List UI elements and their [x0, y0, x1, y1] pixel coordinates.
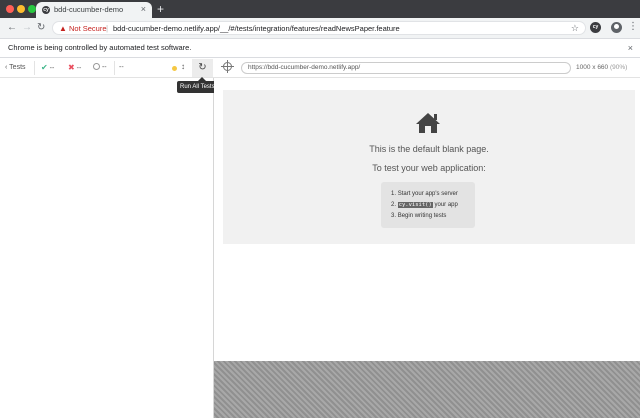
step-text: your app: [434, 202, 458, 208]
step-code: cy.visit(): [397, 202, 433, 208]
failed-count: ✖ --: [68, 63, 81, 74]
duration-value: --: [119, 64, 124, 71]
automation-infobar: Chrome is being controlled by automated …: [0, 38, 640, 58]
step-text: Begin writing tests: [397, 213, 447, 219]
forward-button[interactable]: →: [22, 21, 32, 35]
bookmark-star-icon[interactable]: ☆: [571, 22, 579, 34]
url-separator: |: [106, 24, 109, 33]
back-button[interactable]: ←: [7, 21, 17, 35]
aut-header: https://bdd-cucumber-demo.netlify.app/ 1…: [214, 58, 640, 78]
cypress-runner: https://bdd-cucumber-demo.netlify.app/ 1…: [214, 58, 640, 418]
divider: [114, 61, 115, 75]
scroll-toggle-icon[interactable]: ↕: [181, 62, 185, 72]
reload-button[interactable]: ↻: [37, 21, 45, 35]
warning-icon: ▲: [59, 24, 67, 33]
step-number: 2.: [391, 202, 397, 208]
window-maximize-button[interactable]: [28, 5, 36, 13]
aut-iframe: This is the default blank page. To test …: [223, 90, 635, 244]
window-close-button[interactable]: [6, 5, 14, 13]
browser-toolbar: ← → ↻ ▲ Not Secure | bdd-cucumber-demo.n…: [0, 18, 640, 38]
menu-icon[interactable]: ⋮: [628, 20, 638, 34]
list-item: 1. Start your app's server: [391, 190, 458, 198]
window-minimize-button[interactable]: [17, 5, 25, 13]
url-text[interactable]: bdd-cucumber-demo.netlify.app/__/#/tests…: [113, 23, 400, 34]
address-bar[interactable]: ▲ Not Secure | bdd-cucumber-demo.netlify…: [52, 21, 586, 35]
viewport-size: 1000 x 660: [576, 64, 609, 71]
step-number: 1.: [391, 191, 397, 197]
tests-nav-button[interactable]: ‹ Tests: [5, 63, 26, 73]
browser-tabstrip: cy bdd-cucumber-demo × +: [0, 0, 640, 18]
viewport-background: [214, 361, 640, 418]
failed-value: --: [76, 65, 82, 72]
pending-value: --: [101, 64, 107, 71]
chevron-left-icon: ‹: [5, 64, 8, 71]
tests-label: Tests: [9, 64, 26, 71]
cypress-reporter: ‹ Tests ✔ -- ✖ -- -- -- ↕ ↻: [0, 58, 214, 418]
new-tab-button[interactable]: +: [157, 1, 164, 17]
passed-value: --: [49, 65, 55, 72]
pending-count: --: [93, 63, 107, 73]
blank-page-subtitle: To test your web application:: [372, 163, 486, 173]
blank-page-title: This is the default blank page.: [369, 144, 489, 154]
cross-icon: ✖: [68, 63, 75, 72]
check-icon: ✔: [41, 63, 48, 72]
crosshair-icon[interactable]: [221, 60, 234, 73]
steps-list: 1. Start your app's server 2. cy.visit()…: [381, 182, 475, 228]
step-text: Start your app's server: [397, 191, 458, 197]
status-indicator-icon: [172, 66, 177, 71]
run-all-tests-button[interactable]: ↻: [192, 59, 213, 77]
cypress-extension-icon[interactable]: cy: [590, 22, 601, 33]
security-label[interactable]: Not Secure: [69, 23, 107, 34]
infobar-close-icon[interactable]: ×: [628, 42, 633, 54]
pending-icon: [93, 63, 100, 70]
infobar-message: Chrome is being controlled by automated …: [8, 43, 192, 52]
step-number: 3.: [391, 213, 397, 219]
browser-tab[interactable]: cy bdd-cucumber-demo ×: [36, 2, 152, 18]
aut-url-field[interactable]: https://bdd-cucumber-demo.netlify.app/: [241, 62, 571, 74]
list-item: 2. cy.visit() your app: [391, 201, 458, 209]
cypress-favicon-icon: cy: [42, 6, 50, 14]
divider: [34, 61, 35, 75]
list-item: 3. Begin writing tests: [391, 212, 446, 220]
viewport-zoom: (90%): [609, 64, 628, 71]
passed-count: ✔ --: [41, 63, 54, 74]
reporter-header: ‹ Tests ✔ -- ✖ -- -- -- ↕ ↻: [0, 58, 214, 78]
viewport-info[interactable]: 1000 x 660 (90%): [576, 64, 627, 71]
tab-title: bdd-cucumber-demo: [54, 5, 124, 14]
home-icon: [416, 113, 440, 133]
tooltip-label: Run All Tests: [180, 84, 215, 90]
tab-close-icon[interactable]: ×: [141, 4, 146, 14]
account-icon[interactable]: [611, 22, 622, 33]
